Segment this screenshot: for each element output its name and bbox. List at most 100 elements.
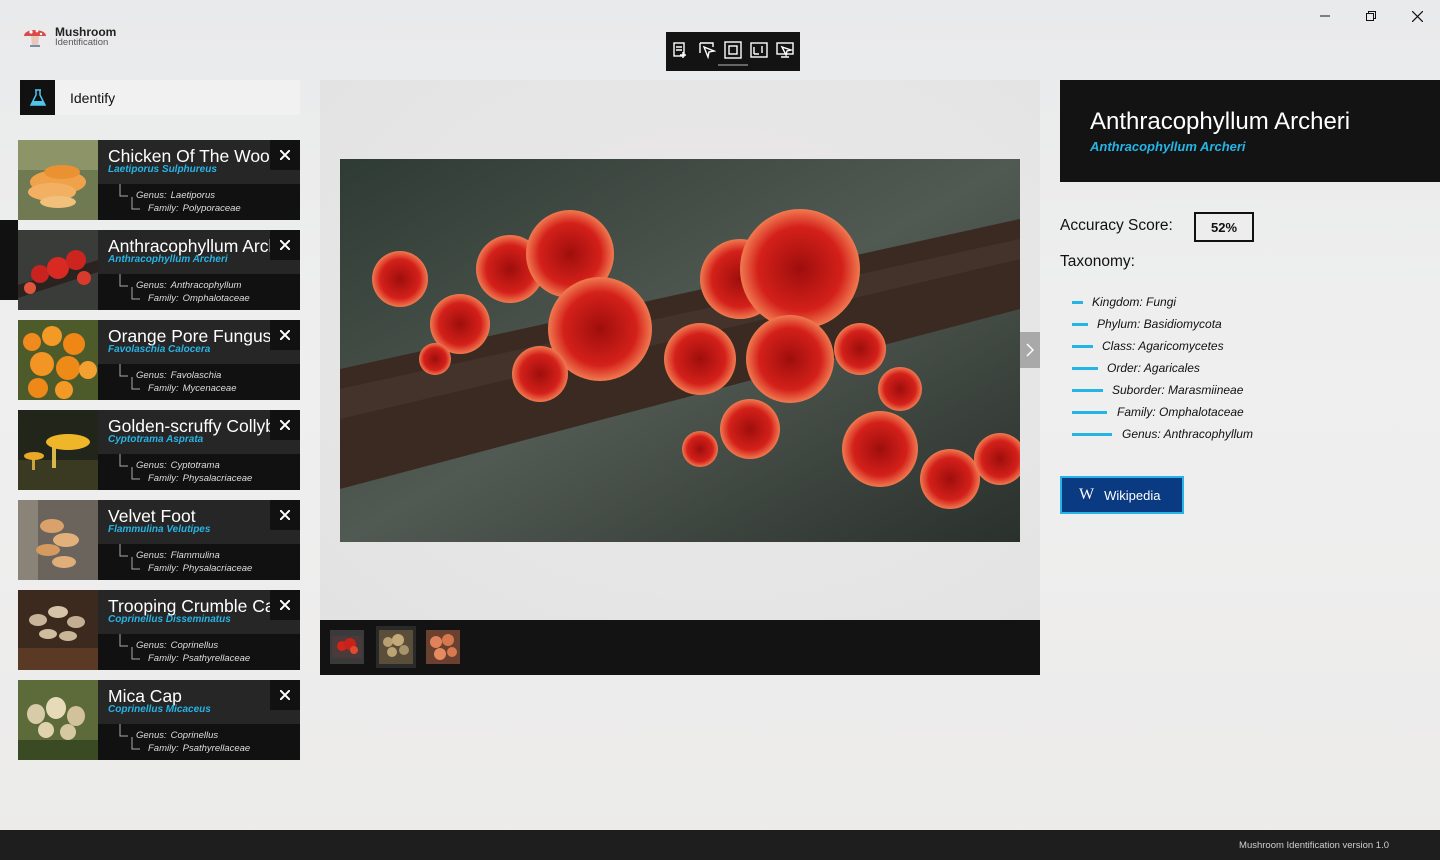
close-window-button[interactable] <box>1394 0 1440 32</box>
taxonomy-family: Family: Omphalotaceae <box>1072 404 1244 420</box>
close-icon <box>280 600 290 610</box>
taxonomy-kingdom: Kingdom: Fungi <box>1072 294 1176 310</box>
thumbnail-3[interactable] <box>426 630 460 664</box>
remove-card-button[interactable] <box>270 410 300 440</box>
main-mushroom-photo <box>340 159 1020 542</box>
card-taxonomy: Genus: Favolaschia Family: Mycenaceae <box>118 364 298 400</box>
mushroom-card[interactable]: Golden-scruffy Collybia Cyptotrama Aspra… <box>18 410 300 490</box>
card-taxonomy: Genus: Anthracophyllum Family: Omphalotace… <box>118 274 298 310</box>
close-icon <box>280 690 290 700</box>
mushroom-thumbnail <box>18 680 98 760</box>
close-icon <box>280 330 290 340</box>
taxonomy-genus: Genus: Anthracophyllum <box>1072 426 1253 442</box>
thumbnail-1[interactable] <box>330 630 364 664</box>
app-name-line2: Identification <box>55 37 109 48</box>
card-family: Physalacriaceae <box>182 473 253 484</box>
next-image-button[interactable] <box>1020 332 1040 368</box>
accuracy-label: Accuracy Score: <box>1060 217 1173 234</box>
wikipedia-icon: W <box>1079 486 1095 503</box>
remove-card-button[interactable] <box>270 320 300 350</box>
window-capture-icon[interactable] <box>724 41 742 59</box>
card-genus: Cyptotrama <box>170 460 220 471</box>
new-capture-icon[interactable] <box>672 41 690 59</box>
rect-capture-icon[interactable] <box>750 41 768 59</box>
minimize-icon <box>1320 15 1330 17</box>
mushroom-list: Chicken Of The Woods Laetiporus Sulphure… <box>0 140 300 770</box>
accuracy-score-badge: 52% <box>1194 212 1254 242</box>
card-scientific-name: Favolaschia Calocera <box>108 344 211 355</box>
wikipedia-button[interactable]: W Wikipedia <box>1060 476 1184 514</box>
capture-toolbar <box>666 32 800 71</box>
card-genus: Laetiporus <box>170 190 216 201</box>
mushroom-thumbnail <box>18 500 98 580</box>
remove-card-button[interactable] <box>270 140 300 170</box>
mushroom-card[interactable]: Chicken Of The Woods Laetiporus Sulphure… <box>18 140 300 220</box>
mushroom-card[interactable]: Velvet Foot Flammulina Velutipes Genus: F… <box>18 500 300 580</box>
window-controls <box>1302 0 1440 32</box>
fullscreen-capture-icon[interactable] <box>776 41 794 59</box>
detail-scientific-name: Anthracophyllum Archeri <box>1090 139 1246 154</box>
selection-indicator <box>0 220 18 300</box>
identify-button[interactable]: Identify <box>20 80 300 115</box>
close-icon <box>280 420 290 430</box>
card-taxonomy: Genus: Coprinellus Family: Psathyrellaceae <box>118 724 298 760</box>
card-family: Physalacriaceae <box>182 563 253 574</box>
taxonomy-suborder: Suborder: Marasmiineae <box>1072 382 1243 398</box>
card-scientific-name: Anthracophyllum Archeri <box>108 254 228 265</box>
close-icon <box>280 240 290 250</box>
detail-title: Anthracophyllum Archeri <box>1090 108 1351 135</box>
remove-card-button[interactable] <box>270 500 300 530</box>
card-genus: Anthracophyllum <box>170 280 242 291</box>
freeform-capture-icon[interactable] <box>698 41 716 59</box>
card-family: Omphalotaceae <box>182 293 250 304</box>
close-icon <box>280 150 290 160</box>
card-family: Polyporaceae <box>182 203 241 214</box>
app-logo: Mushroom Identification <box>22 22 132 52</box>
thumbnail-2-selected[interactable] <box>376 626 416 668</box>
card-scientific-name: Coprinellus Disseminatus <box>108 614 231 625</box>
mushroom-card[interactable]: Mica Cap Coprinellus Micaceus Genus: Copr… <box>18 680 300 760</box>
mushroom-thumbnail <box>18 140 98 220</box>
card-family: Psathyrellaceae <box>182 743 251 754</box>
mushroom-thumbnail <box>18 230 98 310</box>
card-genus: Favolaschia <box>170 370 222 381</box>
remove-card-button[interactable] <box>270 680 300 710</box>
mushroom-logo-icon <box>24 29 46 47</box>
mushroom-card-selected[interactable]: Anthracophyllum Archeri Anthracophyllum … <box>0 220 300 310</box>
card-genus: Coprinellus <box>170 730 219 741</box>
taxonomy-label: Taxonomy: <box>1060 253 1135 270</box>
mushroom-card[interactable]: Orange Pore Fungus Favolaschia Calocera … <box>18 320 300 400</box>
mushroom-thumbnail <box>18 590 98 670</box>
card-genus: Flammulina <box>170 550 220 561</box>
restore-button[interactable] <box>1348 0 1394 32</box>
thumbnail-strip <box>320 620 1040 675</box>
minimize-button[interactable] <box>1302 0 1348 32</box>
image-viewer <box>320 80 1040 620</box>
card-family: Psathyrellaceae <box>182 653 251 664</box>
mushroom-thumbnail <box>18 410 98 490</box>
remove-card-button[interactable] <box>270 230 300 260</box>
remove-card-button[interactable] <box>270 590 300 620</box>
wikipedia-label: Wikipedia <box>1104 487 1161 503</box>
toolbar-drag-handle[interactable] <box>718 64 748 66</box>
mushroom-thumbnail <box>18 320 98 400</box>
card-taxonomy: Genus: Coprinellus Family: Psathyrellaceae <box>118 634 298 670</box>
window-close-icon <box>1411 10 1423 22</box>
card-scientific-name: Laetiporus Sulphureus <box>108 164 217 175</box>
card-taxonomy: Genus: Cyptotrama Family: Physalacriaceae <box>118 454 298 490</box>
mushroom-card[interactable]: Trooping Crumble Cap Coprinellus Dissemi… <box>18 590 300 670</box>
card-scientific-name: Cyptotrama Asprata <box>108 434 204 445</box>
card-scientific-name: Coprinellus Micaceus <box>108 704 211 715</box>
close-icon <box>280 510 290 520</box>
chevron-right-icon <box>1026 343 1034 357</box>
card-taxonomy: Genus: Flammulina Family: Physalacriaceae <box>118 544 298 580</box>
status-bar: Mushroom Identification version 1.0 <box>0 830 1440 860</box>
card-taxonomy: Genus: Laetiporus Family: Polyporaceae <box>118 184 298 220</box>
taxonomy-phylum: Phylum: Basidiomycota <box>1072 316 1222 332</box>
card-genus: Coprinellus <box>170 640 219 651</box>
identify-label: Identify <box>70 89 116 106</box>
taxonomy-order: Order: Agaricales <box>1072 360 1200 376</box>
restore-icon <box>1366 11 1376 21</box>
flask-icon <box>29 88 46 106</box>
flask-icon-box <box>20 80 55 115</box>
